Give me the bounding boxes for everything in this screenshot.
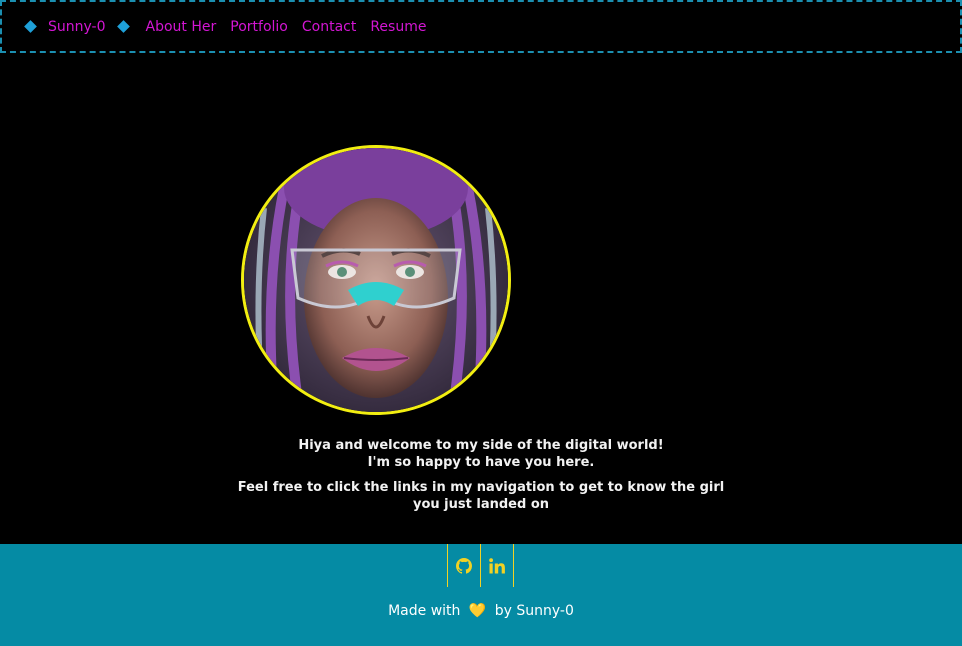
welcome-line: Hiya and welcome to my side of the digit… [298, 438, 664, 453]
avatar-image [244, 148, 508, 412]
made-with-text: Made with [388, 603, 461, 619]
linkedin-icon [489, 557, 505, 573]
diamond-icon [116, 20, 130, 33]
nav-links: About Her Portfolio Contact Resume [146, 19, 427, 35]
nav-link-contact[interactable]: Contact [302, 19, 356, 35]
intro-text: Hiya and welcome to my side of the digit… [231, 437, 731, 513]
heart-icon: 💛 [468, 603, 487, 619]
github-link[interactable] [447, 544, 481, 587]
github-icon [456, 557, 472, 574]
brand[interactable]: Sunny-0 [24, 19, 130, 35]
diamond-icon [24, 20, 37, 33]
navbar: Sunny-0 About Her Portfolio Contact Resu… [0, 0, 962, 53]
avatar [241, 145, 511, 415]
linkedin-link[interactable] [480, 544, 514, 587]
social-links [447, 544, 514, 587]
footer: Made with 💛 by Sunny-0 [0, 544, 962, 646]
happy-line: I'm so happy to have you here. [367, 455, 595, 470]
footer-credit: Made with 💛 by Sunny-0 [0, 603, 962, 619]
intro-paragraph: Hiya and welcome to my side of the digit… [231, 437, 731, 471]
nav-link-portfolio[interactable]: Portfolio [230, 19, 288, 35]
navigation-hint: Feel free to click the links in my navig… [237, 480, 725, 512]
nav-link-about[interactable]: About Her [146, 19, 217, 35]
nav-link-resume[interactable]: Resume [370, 19, 426, 35]
author-text: by Sunny-0 [494, 603, 574, 619]
brand-link[interactable]: Sunny-0 [48, 19, 106, 35]
